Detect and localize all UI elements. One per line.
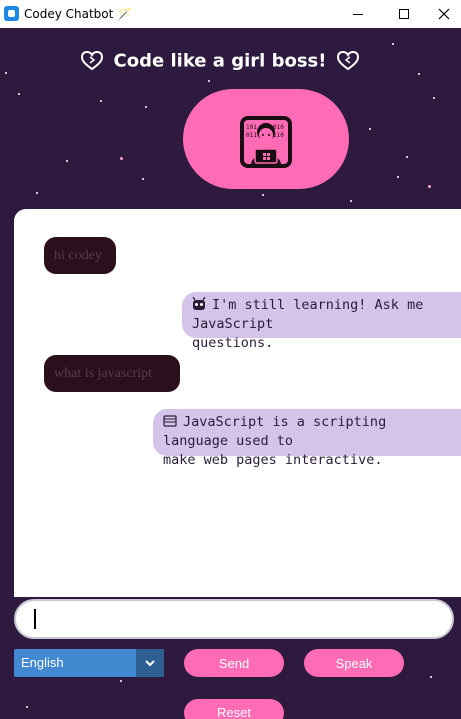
close-icon bbox=[438, 8, 450, 20]
svg-text:011: 011 bbox=[246, 132, 257, 139]
window-title: Codey Chatbot 🪄 bbox=[24, 7, 133, 21]
send-button[interactable]: Send bbox=[184, 649, 284, 677]
bot-message: JavaScript is a scripting language used … bbox=[153, 409, 461, 468]
message-input[interactable] bbox=[14, 599, 454, 639]
maximize-icon bbox=[399, 9, 409, 19]
speak-button[interactable]: Speak bbox=[304, 649, 404, 677]
heart-icon bbox=[336, 51, 359, 71]
reset-button[interactable]: Reset bbox=[184, 699, 284, 719]
user-message: what is javascript bbox=[44, 355, 180, 392]
chat-panel[interactable]: hi codey I'm still learning! Ask me Java… bbox=[14, 209, 461, 597]
minimize-icon bbox=[353, 13, 363, 15]
avatar-banner: 101 010 011 110 bbox=[183, 89, 349, 189]
header-title: Code like a girl boss! bbox=[0, 50, 440, 72]
title-bar: Codey Chatbot 🪄 bbox=[0, 0, 461, 28]
bot-message-text: JavaScript is a scripting language used … bbox=[163, 414, 387, 449]
user-message-text: what is javascript bbox=[54, 366, 152, 381]
user-message: hi codey bbox=[44, 237, 116, 274]
bot-message: I'm still learning! Ask me JavaScript qu… bbox=[182, 292, 461, 351]
svg-text:101: 101 bbox=[246, 124, 257, 131]
dropdown-button[interactable] bbox=[136, 649, 164, 677]
close-button[interactable] bbox=[427, 0, 461, 28]
book-icon bbox=[163, 415, 177, 427]
header-title-text: Code like a girl boss! bbox=[113, 50, 327, 72]
language-select[interactable]: English bbox=[14, 649, 164, 677]
user-message-text: hi codey bbox=[54, 248, 102, 263]
maximize-button[interactable] bbox=[381, 0, 427, 28]
chevron-down-icon bbox=[145, 659, 155, 666]
language-select-value: English bbox=[21, 655, 64, 670]
heart-icon bbox=[81, 51, 104, 71]
robot-icon bbox=[192, 297, 206, 310]
text-caret bbox=[34, 609, 36, 629]
bot-message-text: I'm still learning! Ask me JavaScript bbox=[192, 297, 424, 332]
bot-message-text-cont: questions. bbox=[192, 335, 274, 351]
coder-girl-icon: 101 010 011 110 bbox=[240, 116, 292, 168]
minimize-button[interactable] bbox=[335, 0, 381, 28]
app-icon bbox=[4, 6, 19, 21]
bot-message-text-cont: make web pages interactive. bbox=[163, 452, 383, 468]
